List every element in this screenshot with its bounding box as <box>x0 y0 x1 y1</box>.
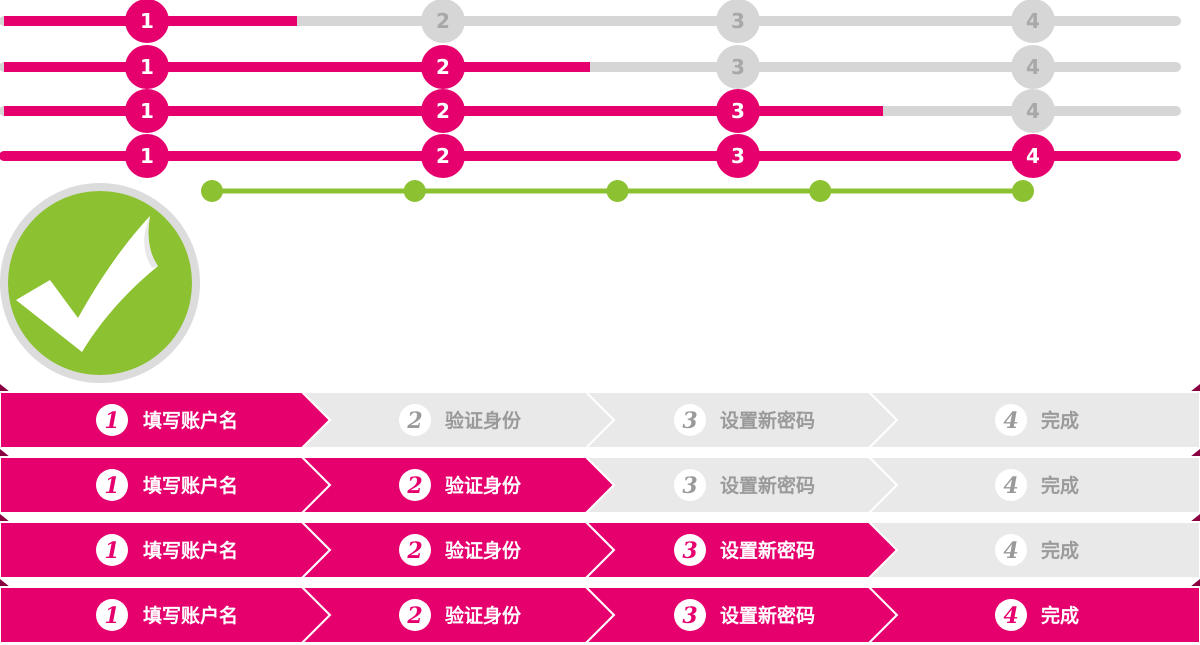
fold-right <box>1190 384 1200 392</box>
step-number: 3 <box>731 9 745 33</box>
arrow-step-number: 4 <box>1003 603 1018 629</box>
progress-row: 1 2 3 4 <box>0 0 1181 43</box>
arrow-step-number: 1 <box>104 408 119 434</box>
arrow-step-number: 3 <box>682 603 697 629</box>
arrow-step-label: 完成 <box>1041 539 1079 562</box>
step-number: 3 <box>731 144 745 168</box>
arrow-step-row: 1 填写账户名 2 验证身份 3 设置新密码 4 完成 <box>0 514 1200 579</box>
fold-right <box>1190 514 1200 522</box>
arrow-step-row: 1 填写账户名 2 验证身份 3 设置新密码 4 完成 <box>0 449 1200 514</box>
arrow-steps-group: 1 填写账户名 2 验证身份 3 设置新密码 4 完成 1 填写账户名 2 验证身份 3 设置新密码 4 完成… <box>0 384 1200 644</box>
step-number: 3 <box>731 99 745 123</box>
step-number: 2 <box>436 9 450 33</box>
progress-row: 1 2 3 4 <box>0 45 1181 89</box>
step-indicator-canvas: 1 2 3 4 1 2 3 4 1 2 3 4 1 2 3 4 1 填写账户名 2 验证身份 3 设置新密码 4 完成 1 填写… <box>0 0 1200 644</box>
arrow-step-label: 验证身份 <box>445 409 522 432</box>
fold-left <box>0 384 10 392</box>
arrow-step-label: 设置新密码 <box>720 604 815 627</box>
arrow-step-segment <box>866 391 1200 449</box>
step-number: 1 <box>140 55 154 79</box>
arrow-step-number: 3 <box>682 538 697 564</box>
green-track-dot <box>809 180 832 202</box>
arrow-step-number: 2 <box>406 473 422 499</box>
arrow-step-label: 完成 <box>1041 409 1079 432</box>
fold-left <box>0 449 10 457</box>
fold-right <box>1190 579 1200 587</box>
arrow-step-label: 验证身份 <box>445 539 522 562</box>
success-checkmark-group <box>0 183 200 383</box>
arrow-step-label: 验证身份 <box>445 604 522 627</box>
arrow-step-row: 1 填写账户名 2 验证身份 3 设置新密码 4 完成 <box>0 384 1200 449</box>
arrow-step-label: 验证身份 <box>445 474 522 497</box>
arrow-step-number: 1 <box>104 603 119 629</box>
arrow-step-label: 填写账户名 <box>143 474 238 497</box>
arrow-step-label: 填写账户名 <box>143 409 238 432</box>
arrow-step-number: 4 <box>1003 538 1018 564</box>
arrow-step-number: 2 <box>406 408 422 434</box>
step-number: 4 <box>1026 9 1040 33</box>
progress-bars-group: 1 2 3 4 1 2 3 4 1 2 3 4 1 2 3 4 <box>0 0 1181 178</box>
progress-row: 1 2 3 4 <box>0 134 1181 178</box>
step-number: 4 <box>1026 99 1040 123</box>
arrow-step-segment <box>866 521 1200 579</box>
step-number: 2 <box>436 144 450 168</box>
arrow-step-segment <box>866 456 1200 514</box>
step-number: 4 <box>1026 144 1040 168</box>
arrow-step-number: 3 <box>682 408 697 434</box>
arrow-step-label: 设置新密码 <box>720 409 815 432</box>
green-track-group <box>201 180 1034 202</box>
fold-left <box>0 514 10 522</box>
step-number: 3 <box>731 55 745 79</box>
arrow-step-label: 填写账户名 <box>143 539 238 562</box>
green-track-dot <box>1012 180 1034 202</box>
fold-left <box>0 579 10 587</box>
arrow-step-segment <box>866 586 1200 644</box>
arrow-step-number: 3 <box>682 473 697 499</box>
green-track-dot <box>403 180 426 202</box>
arrow-step-label: 完成 <box>1041 604 1079 627</box>
step-number: 1 <box>140 144 154 168</box>
arrow-step-number: 2 <box>406 603 422 629</box>
progress-row: 1 2 3 4 <box>0 89 1181 133</box>
arrow-step-row: 1 填写账户名 2 验证身份 3 设置新密码 4 完成 <box>0 579 1200 644</box>
step-number: 1 <box>140 9 154 33</box>
arrow-step-number: 4 <box>1003 473 1018 499</box>
arrow-step-number: 4 <box>1003 408 1018 434</box>
arrow-step-label: 完成 <box>1041 474 1079 497</box>
arrow-step-number: 1 <box>104 473 119 499</box>
green-track-dot <box>606 180 629 202</box>
fold-right <box>1190 449 1200 457</box>
step-number: 4 <box>1026 55 1040 79</box>
arrow-step-number: 2 <box>406 538 422 564</box>
arrow-step-label: 设置新密码 <box>720 539 815 562</box>
arrow-step-number: 1 <box>104 538 119 564</box>
step-number: 2 <box>436 55 450 79</box>
green-track-dot <box>201 180 223 202</box>
arrow-step-label: 设置新密码 <box>720 474 815 497</box>
arrow-step-label: 填写账户名 <box>143 604 238 627</box>
step-number: 1 <box>140 99 154 123</box>
step-number: 2 <box>436 99 450 123</box>
